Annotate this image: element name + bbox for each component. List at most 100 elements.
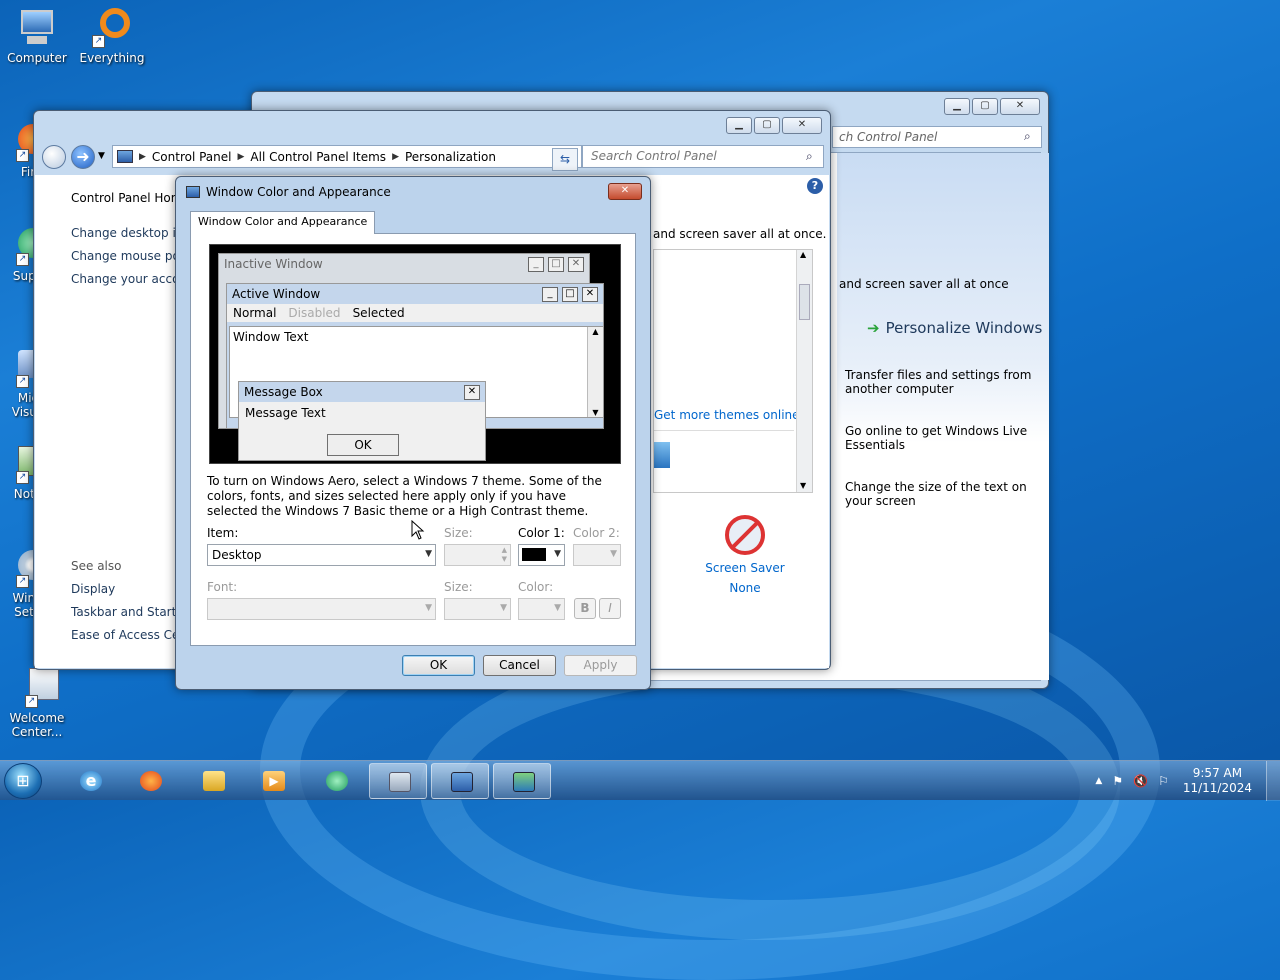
chevron-down-icon: ▼ — [554, 603, 561, 613]
ok-button[interactable]: OK — [402, 655, 475, 676]
address-bar[interactable]: ▶ Control Panel ▶ All Control Panel Item… — [112, 145, 582, 168]
cancel-button[interactable]: Cancel — [483, 655, 556, 676]
left-link-home[interactable]: Control Panel Home — [71, 191, 190, 205]
screen-saver-item[interactable]: Screen Saver None — [695, 515, 795, 595]
green-arrow-icon: ➔ — [867, 319, 880, 337]
search-input[interactable]: ch Control Panel — [832, 126, 1042, 148]
color2-label: Color 2: — [573, 526, 620, 540]
font-color-picker[interactable]: ▼ — [518, 598, 565, 620]
show-desktop-button[interactable] — [1266, 761, 1280, 801]
screen-saver-label: Screen Saver — [705, 561, 785, 575]
theme-list[interactable]: Get more themes online ▲ ▼ — [653, 249, 813, 493]
see-also-display[interactable]: Display — [71, 582, 115, 596]
breadcrumb-all-items[interactable]: All Control Panel Items — [250, 150, 386, 164]
personalize-windows-heading[interactable]: ➔ Personalize Windows — [867, 319, 1042, 337]
taskbar-window-button[interactable] — [369, 763, 427, 799]
minimize-button[interactable]: ▁ — [944, 98, 970, 115]
window-caption-buttons: ▁ ▢ ✕ — [944, 98, 1040, 115]
italic-button[interactable]: I — [599, 598, 621, 619]
forward-button[interactable]: ➜ — [71, 145, 95, 169]
show-hidden-icons-icon[interactable]: ▲ — [1095, 776, 1102, 786]
font-size-label: Size: — [444, 580, 473, 594]
more-themes-link[interactable]: Get more themes online — [654, 408, 800, 422]
screen-saver-value: None — [729, 581, 761, 595]
refresh-icon[interactable]: ⇆ — [552, 148, 578, 171]
bold-button[interactable]: B — [574, 598, 596, 619]
item-select[interactable]: Desktop ▼ — [207, 544, 436, 566]
window-color-appearance-dialog[interactable]: Window Color and Appearance ✕ Window Col… — [175, 176, 651, 690]
desktop-icon-everything[interactable]: ↗ Everything — [76, 8, 148, 65]
taskbar-display-button[interactable] — [493, 763, 551, 799]
flag-icon[interactable]: ⚐ — [1158, 774, 1169, 788]
taskbar-explorer-button[interactable] — [184, 763, 242, 799]
screen-saver-icon — [725, 515, 765, 555]
search-icon[interactable]: ⌕ — [806, 149, 813, 164]
apply-button[interactable]: Apply — [564, 655, 637, 676]
task-link-text-size[interactable]: Change the size of the text on your scre… — [845, 480, 1041, 508]
maximize-icon: □ — [548, 256, 564, 272]
left-link-desktop-icons[interactable]: Change desktop ico — [71, 226, 190, 240]
size-label: Size: — [444, 526, 473, 540]
close-button[interactable]: ✕ — [782, 117, 822, 134]
dialog-title: Window Color and Appearance — [206, 185, 391, 199]
start-button[interactable]: ⊞ — [4, 763, 42, 799]
chevron-down-icon: ▼ — [610, 549, 617, 559]
taskbar-control-panel-button[interactable] — [431, 763, 489, 799]
desktop-icon-label: Computer — [7, 51, 67, 65]
aero-info-text: To turn on Windows Aero, select a Window… — [207, 474, 602, 518]
color1-label: Color 1: — [518, 526, 565, 540]
font-color-label: Color: — [518, 580, 554, 594]
maximize-button[interactable]: ▢ — [754, 117, 780, 134]
taskbar-firefox-button[interactable] — [121, 763, 179, 799]
color-swatch — [522, 548, 546, 561]
breadcrumb-control-panel[interactable]: Control Panel — [152, 150, 232, 164]
item-label: Item: — [207, 526, 239, 540]
recent-pages-icon[interactable]: ▼ — [98, 151, 105, 161]
tab-window-color[interactable]: Window Color and Appearance — [190, 211, 376, 234]
color2-picker[interactable]: ▼ — [573, 544, 621, 566]
task-link-transfer[interactable]: Transfer files and settings from another… — [845, 368, 1041, 396]
divider — [654, 430, 794, 431]
left-link-mouse-pointers[interactable]: Change mouse poin — [71, 249, 191, 263]
inactive-caption: Inactive Window _ □ ✕ — [219, 254, 589, 274]
breadcrumb-personalization[interactable]: Personalization — [405, 150, 496, 164]
left-link-account-picture[interactable]: Change your accou — [71, 272, 187, 286]
close-button[interactable]: ✕ — [1000, 98, 1040, 115]
desktop-icon-computer[interactable]: Computer — [1, 8, 73, 65]
font-select[interactable]: ▼ — [207, 598, 436, 620]
color1-picker[interactable]: ▼ — [518, 544, 565, 566]
volume-muted-icon[interactable]: 🔇 — [1133, 774, 1148, 788]
preview-message-box[interactable]: Message Box ✕ Message Text OK — [238, 381, 486, 461]
font-size-select[interactable]: ▼ — [444, 598, 511, 620]
theme-list-scrollbar[interactable]: ▲ ▼ — [796, 250, 812, 492]
desktop-icon-welcome[interactable]: ↗ Welcome Center... — [1, 668, 73, 739]
taskbar-media-player-button[interactable]: ▶ — [244, 763, 302, 799]
theme-thumbnail[interactable] — [654, 442, 670, 468]
appearance-preview[interactable]: Inactive Window _ □ ✕ Active Window _ □ ✕ No… — [209, 244, 621, 464]
action-center-icon[interactable]: ⚑ — [1112, 774, 1123, 788]
help-icon[interactable]: ? — [807, 178, 823, 194]
menu-normal: Normal — [233, 306, 277, 320]
close-button[interactable]: ✕ — [608, 183, 642, 200]
search-input[interactable]: Search Control Panel — [582, 145, 824, 168]
taskbar-ie-button[interactable]: e — [61, 763, 119, 799]
minimize-icon: _ — [542, 286, 558, 302]
tab-panel: Inactive Window _ □ ✕ Active Window _ □ ✕ No… — [190, 233, 636, 646]
search-icon[interactable]: ⌕ — [1024, 129, 1031, 144]
clock[interactable]: 9:57 AM 11/11/2024 — [1179, 766, 1256, 796]
computer-icon — [15, 8, 59, 48]
see-also-taskbar[interactable]: Taskbar and Start M — [71, 605, 191, 619]
internet-explorer-icon: e — [80, 771, 102, 791]
maximize-button[interactable]: ▢ — [972, 98, 998, 115]
maximize-icon: □ — [562, 286, 578, 302]
minimize-button[interactable]: ▁ — [726, 117, 752, 134]
taskbar-app-button[interactable] — [307, 763, 365, 799]
task-link-live-essentials[interactable]: Go online to get Windows Live Essentials — [845, 424, 1041, 452]
chevron-down-icon: ▼ — [500, 603, 507, 613]
desktop-icon-label: Everything — [79, 51, 145, 65]
back-button[interactable] — [42, 145, 66, 169]
welcome-center-icon: ↗ — [15, 668, 59, 708]
chevron-down-icon: ▼ — [554, 549, 561, 559]
size-spinner[interactable]: ▲ ▼ — [444, 544, 511, 566]
menu-selected: Selected — [352, 306, 405, 320]
